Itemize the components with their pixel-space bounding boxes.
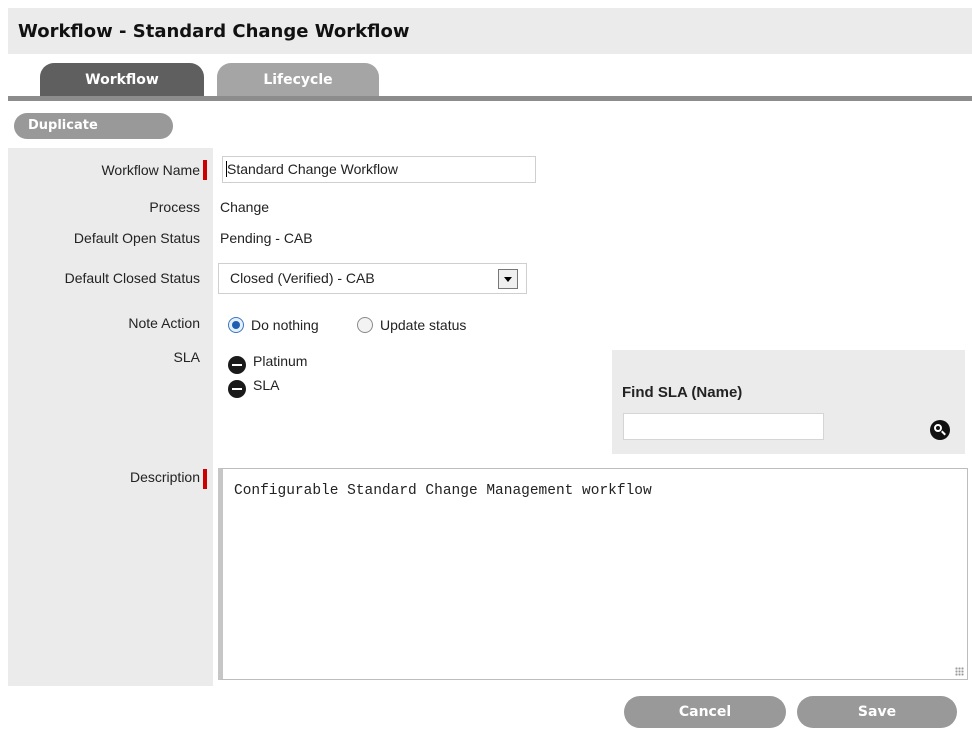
workflow-name-input[interactable]: Standard Change Workflow [222, 156, 536, 183]
radio-do-nothing[interactable] [228, 317, 244, 333]
title-bar: Workflow - Standard Change Workflow [8, 8, 972, 54]
remove-icon[interactable] [228, 356, 246, 374]
workflow-name-value: Standard Change Workflow [227, 161, 398, 177]
default-open-status-value: Pending - CAB [220, 230, 313, 246]
process-value: Change [220, 199, 270, 215]
resize-grip-icon[interactable] [955, 667, 964, 676]
description-value: Configurable Standard Change Management … [234, 483, 652, 499]
default-open-status-label: Default Open Status [73, 230, 200, 246]
sla-item-sla: SLA [253, 377, 280, 393]
process-label: Process [149, 199, 200, 215]
form-label-column [8, 148, 213, 686]
required-marker [203, 469, 207, 489]
tab-underline [8, 96, 972, 101]
radio-update-status[interactable] [357, 317, 373, 333]
description-textarea[interactable]: Configurable Standard Change Management … [218, 468, 968, 680]
tab-workflow[interactable]: Workflow [40, 63, 204, 97]
save-button[interactable]: Save [797, 696, 957, 728]
sla-label: SLA [173, 349, 200, 365]
radio-update-status-label: Update status [380, 317, 467, 333]
default-closed-status-select[interactable]: Closed (Verified) - CAB [218, 263, 527, 294]
default-closed-status-selected: Closed (Verified) - CAB [230, 270, 375, 286]
find-sla-panel: Find SLA (Name) [612, 350, 965, 454]
description-label: Description [129, 469, 200, 485]
page-title: Workflow - Standard Change Workflow [18, 21, 410, 42]
radio-do-nothing-label: Do nothing [251, 317, 319, 333]
tab-lifecycle[interactable]: Lifecycle [217, 63, 379, 97]
find-sla-title: Find SLA (Name) [622, 384, 743, 401]
chevron-down-icon[interactable] [498, 269, 518, 289]
duplicate-button[interactable]: Duplicate [14, 113, 173, 139]
remove-icon[interactable] [228, 380, 246, 398]
note-action-label: Note Action [128, 315, 200, 331]
cancel-button[interactable]: Cancel [624, 696, 786, 728]
find-sla-input[interactable] [623, 413, 824, 440]
workflow-name-label: Workflow Name [101, 162, 200, 178]
required-marker [203, 160, 207, 180]
default-closed-status-label: Default Closed Status [64, 270, 200, 286]
sla-item-platinum: Platinum [253, 353, 308, 369]
search-icon[interactable] [930, 420, 950, 440]
